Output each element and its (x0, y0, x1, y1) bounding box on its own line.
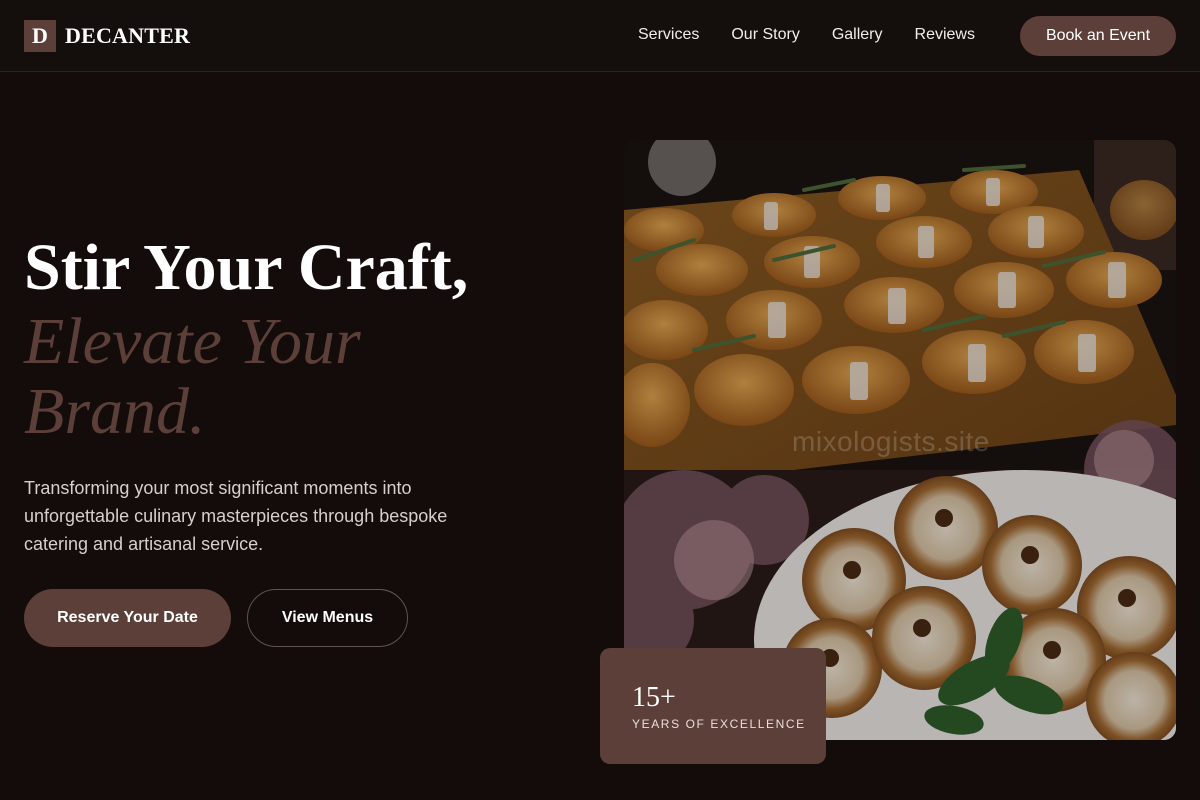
hero-title-line-1: Stir Your Craft, (24, 231, 469, 304)
years-count: 15+ (632, 682, 676, 713)
book-event-button[interactable]: Book an Event (1020, 16, 1176, 56)
years-label: YEARS OF EXCELLENCE (632, 717, 806, 731)
nav-link-services[interactable]: Services (638, 24, 699, 46)
logo-mark: D (24, 20, 56, 52)
nav-link-our-story[interactable]: Our Story (731, 24, 799, 46)
hero-description: Transforming your most significant momen… (24, 478, 448, 554)
brand-name: DECANTER (65, 23, 191, 48)
hero-title-line-3: Brand. (24, 375, 206, 448)
nav-link-reviews[interactable]: Reviews (915, 24, 975, 46)
top-navigation-bar: D DECANTER Services Our Story Gallery Re… (0, 0, 1200, 72)
reserve-date-button[interactable]: Reserve Your Date (24, 589, 231, 647)
main-nav: Services Our Story Gallery Reviews (638, 24, 1007, 46)
hero-title-line-2: Elevate Your (24, 305, 361, 378)
nav-link-gallery[interactable]: Gallery (832, 24, 883, 46)
view-menus-button[interactable]: View Menus (247, 589, 408, 647)
watermark-text: mixologists.site (792, 426, 990, 457)
experience-badge: 15+ YEARS OF EXCELLENCE (600, 648, 826, 764)
brand-logo[interactable]: D DECANTER (24, 20, 190, 52)
